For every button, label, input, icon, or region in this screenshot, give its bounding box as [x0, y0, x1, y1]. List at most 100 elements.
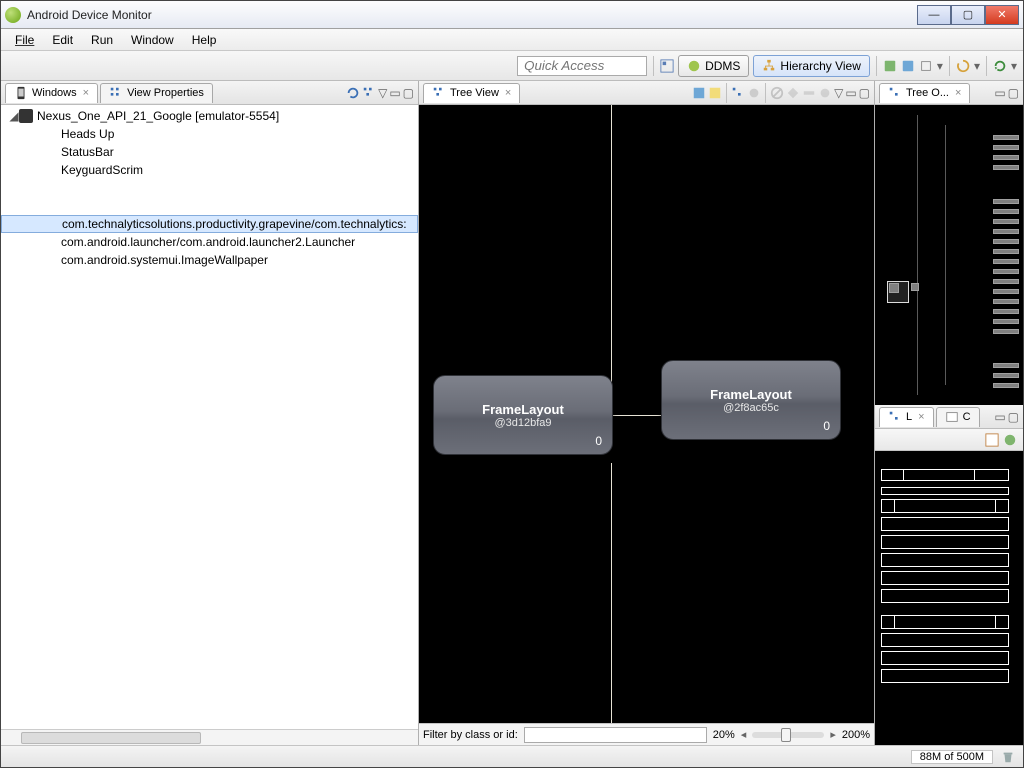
- pane-minimize-icon[interactable]: ▭: [845, 86, 856, 100]
- sysui-row[interactable]: KeyguardScrim: [1, 161, 418, 179]
- toolbar-dropdown-2[interactable]: ▾: [974, 59, 980, 73]
- horizontal-scrollbar[interactable]: [1, 729, 418, 745]
- process-row-selected[interactable]: com.technalyticsolutions.productivity.gr…: [1, 215, 418, 233]
- close-icon[interactable]: ×: [83, 87, 89, 99]
- app-window: Android Device Monitor — ▢ ✕ File Edit R…: [0, 0, 1024, 768]
- tab-windows[interactable]: Windows ×: [5, 83, 98, 103]
- toolbar-dropdown-3[interactable]: ▾: [1011, 59, 1017, 73]
- tree-edge: [611, 415, 661, 416]
- pane-minimize-icon[interactable]: ▭: [994, 86, 1005, 100]
- dump-displaylist-icon[interactable]: [818, 86, 832, 100]
- open-perspective-icon[interactable]: [660, 59, 674, 73]
- menu-window[interactable]: Window: [123, 31, 182, 49]
- invalidate-icon[interactable]: [770, 86, 784, 100]
- close-icon[interactable]: ×: [505, 87, 511, 99]
- device-row[interactable]: ◢ Nexus_One_API_21_Google [emulator-5554…: [1, 107, 418, 125]
- view-tree-small-icon[interactable]: [731, 86, 745, 100]
- tree-edge: [611, 105, 612, 385]
- node-id-label: @3d12bfa9: [494, 417, 551, 429]
- pane-view-menu[interactable]: ▽: [834, 86, 843, 100]
- load-hierarchy-icon[interactable]: [901, 59, 915, 73]
- process-row[interactable]: com.android.launcher/com.android.launche…: [1, 233, 418, 251]
- tree-edge: [611, 463, 612, 723]
- view-tree-icon: [109, 86, 123, 100]
- menubar: File Edit Run Window Help: [1, 29, 1023, 51]
- tab-tree-overview-label: Tree O...: [906, 87, 949, 99]
- close-button[interactable]: ✕: [985, 5, 1019, 25]
- left-tabs: Windows × View Properties ▽ ▭ ▢: [1, 81, 418, 105]
- reset-icon[interactable]: [956, 59, 970, 73]
- quick-access-input[interactable]: [517, 56, 647, 76]
- toolbar-dropdown-1[interactable]: ▾: [937, 59, 943, 73]
- zoom-slider[interactable]: [752, 732, 824, 738]
- request-layout-icon[interactable]: [786, 86, 800, 100]
- menu-run[interactable]: Run: [83, 31, 121, 49]
- zoom-left-icon[interactable]: ◂: [741, 728, 747, 741]
- menu-edit[interactable]: Edit: [44, 31, 81, 49]
- tab-view-properties-label: View Properties: [127, 87, 204, 99]
- node-class-label: FrameLayout: [710, 387, 792, 402]
- refresh-windows-icon[interactable]: [346, 86, 360, 100]
- filter-input[interactable]: [524, 727, 707, 743]
- close-icon[interactable]: ×: [918, 411, 924, 423]
- layout-view-canvas[interactable]: [875, 451, 1023, 745]
- scrollbar-thumb[interactable]: [21, 732, 201, 744]
- sysui-row[interactable]: Heads Up: [1, 125, 418, 143]
- collapse-icon[interactable]: ◢: [9, 109, 19, 123]
- menu-file[interactable]: File: [7, 31, 42, 49]
- slider-thumb[interactable]: [781, 728, 791, 742]
- windows-tree[interactable]: ◢ Nexus_One_API_21_Google [emulator-5554…: [1, 105, 418, 729]
- close-icon[interactable]: ×: [955, 87, 961, 99]
- on-black-icon[interactable]: [985, 433, 999, 447]
- tree-node[interactable]: FrameLayout @3d12bfa9 0: [433, 375, 613, 455]
- pane-view-menu[interactable]: ▽: [378, 86, 387, 100]
- device-label: Nexus_One_API_21_Google [emulator-5554]: [37, 109, 279, 123]
- tab-console[interactable]: C: [936, 407, 980, 427]
- console-icon: [945, 410, 959, 424]
- tab-console-label: C: [963, 411, 971, 423]
- load-view-hierarchy-icon[interactable]: [362, 86, 376, 100]
- minimize-button[interactable]: —: [917, 5, 951, 25]
- save-icon[interactable]: [883, 59, 897, 73]
- process-row[interactable]: com.android.systemui.ImageWallpaper: [1, 251, 418, 269]
- sysui-row[interactable]: StatusBar: [1, 143, 418, 161]
- zoom-max-label: 200%: [842, 729, 870, 741]
- zoom-right-icon[interactable]: ▸: [830, 728, 836, 741]
- maximize-button[interactable]: ▢: [951, 5, 985, 25]
- trash-icon[interactable]: [1001, 750, 1015, 764]
- overview-tabs: Tree O... × ▭ ▢: [875, 81, 1023, 105]
- capture-layers-icon[interactable]: [708, 86, 722, 100]
- tree-view-filterbar: Filter by class or id: 20% ◂ ▸ 200%: [419, 723, 874, 745]
- save-png-icon[interactable]: [692, 86, 706, 100]
- pane-maximize-icon[interactable]: ▢: [859, 86, 870, 100]
- tab-layout-view[interactable]: L ×: [879, 407, 934, 427]
- filter-label: Filter by class or id:: [423, 729, 518, 741]
- perspective-hierarchy[interactable]: Hierarchy View: [753, 55, 869, 77]
- node-id-label: @2f8ac65c: [723, 402, 779, 414]
- menu-help[interactable]: Help: [184, 31, 225, 49]
- pane-maximize-icon[interactable]: ▢: [1008, 86, 1019, 100]
- pane-maximize-icon[interactable]: ▢: [1008, 410, 1019, 424]
- pane-minimize-icon[interactable]: ▭: [389, 86, 400, 100]
- tree-node[interactable]: FrameLayout @2f8ac65c 0: [661, 360, 841, 440]
- treeview-tabs: Tree View × ▽ ▭ ▢: [419, 81, 874, 105]
- layout-toolbar: [875, 429, 1023, 451]
- tree-overview-canvas[interactable]: [875, 105, 1023, 405]
- hierarchy-icon: [762, 59, 776, 73]
- tab-tree-overview[interactable]: Tree O... ×: [879, 83, 970, 103]
- tab-tree-view[interactable]: Tree View ×: [423, 83, 520, 103]
- dump-theme-icon[interactable]: [802, 86, 816, 100]
- profile-icon[interactable]: [747, 86, 761, 100]
- titlebar[interactable]: Android Device Monitor — ▢ ✕: [1, 1, 1023, 29]
- node-count-label: 0: [595, 434, 602, 448]
- tab-view-properties[interactable]: View Properties: [100, 83, 213, 103]
- pane-minimize-icon[interactable]: ▭: [994, 410, 1005, 424]
- perspective-ddms[interactable]: DDMS: [678, 55, 749, 77]
- show-extras-icon[interactable]: [1003, 433, 1017, 447]
- inspect-screenshot-icon[interactable]: [919, 59, 933, 73]
- tree-view-canvas[interactable]: FrameLayout @3d12bfa9 0 FrameLayout @2f8…: [419, 105, 874, 723]
- android-icon: [687, 59, 701, 73]
- pane-maximize-icon[interactable]: ▢: [403, 86, 414, 100]
- refresh-icon[interactable]: [993, 59, 1007, 73]
- right-column: Tree O... × ▭ ▢: [875, 81, 1023, 745]
